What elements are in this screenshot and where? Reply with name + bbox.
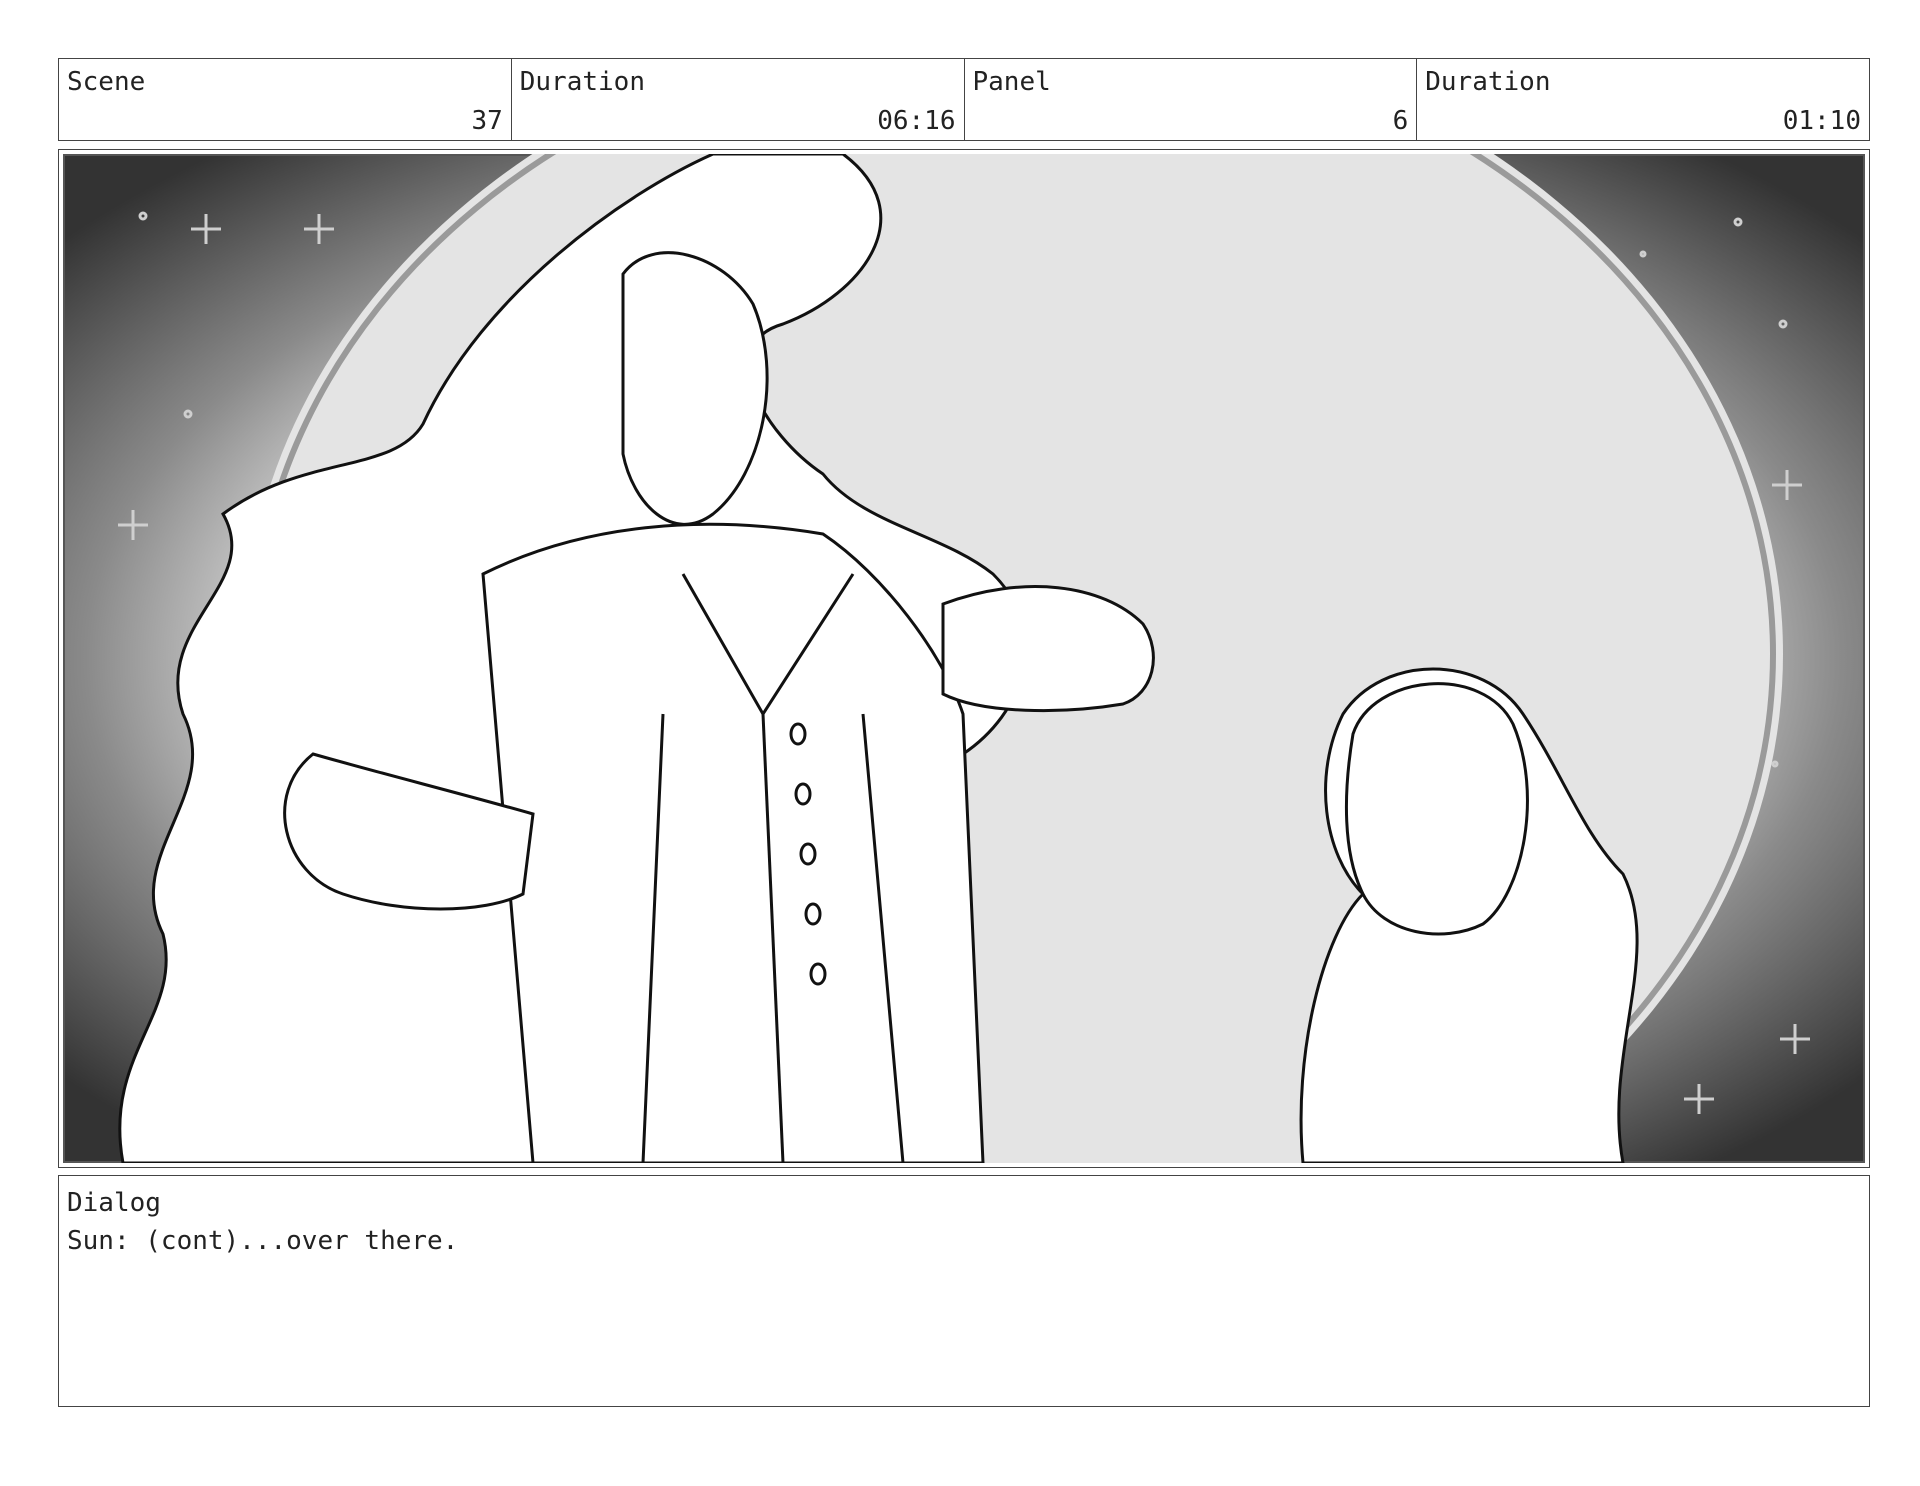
storyboard-panel	[58, 149, 1870, 1168]
scene-number: 37	[471, 106, 503, 136]
scene-duration-label: Duration	[519, 67, 645, 97]
scene-cell: Scene 37	[59, 59, 512, 140]
panel-duration-label: Duration	[1425, 67, 1551, 97]
panel-label: Panel	[972, 67, 1051, 97]
storyboard-header: Scene 37 Duration 06:16 Panel 6 Duration…	[58, 58, 1870, 141]
panel-number: 6	[1392, 106, 1409, 136]
dialog-text: Sun: (cont)...over there.	[67, 1226, 459, 1256]
dialog-label: Dialog	[67, 1188, 161, 1218]
panel-cell: Panel 6	[965, 59, 1418, 140]
panel-duration-value: 01:10	[1782, 106, 1861, 136]
scene-duration-cell: Duration 06:16	[512, 59, 965, 140]
scene-label: Scene	[67, 67, 146, 97]
panel-duration-cell: Duration 01:10	[1417, 59, 1869, 140]
panel-sketch	[63, 154, 1865, 1163]
dialog-box: Dialog Sun: (cont)...over there.	[58, 1175, 1870, 1407]
scene-duration-value: 06:16	[877, 106, 956, 136]
